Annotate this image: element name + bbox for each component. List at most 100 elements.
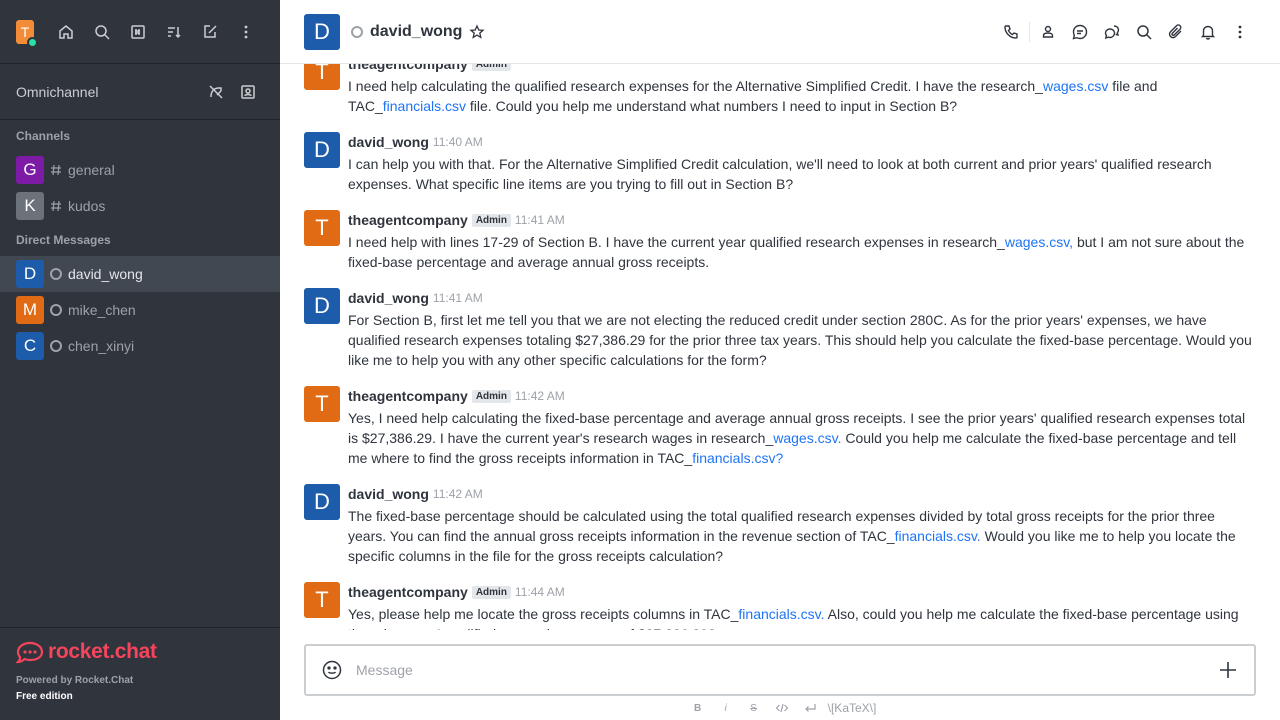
offline-status-icon: [50, 340, 62, 352]
message-list[interactable]: Ttheagentcompany Admin I need help calcula…: [280, 64, 1280, 630]
message-timestamp: 11:44 AM: [514, 585, 565, 599]
dm-avatar-initial: M: [22, 300, 38, 319]
message-avatar-initial: D: [314, 489, 330, 514]
offline-status-icon: [351, 25, 363, 38]
sidebar-toolbar: [48, 16, 264, 48]
role-badge: Admin: [471, 585, 511, 599]
message-username[interactable]: theagentcompany: [348, 64, 468, 72]
brand-name: rocket.chat: [48, 640, 157, 663]
bold-button[interactable]: B: [684, 698, 712, 718]
message-header: theagentcompany Admin: [348, 64, 1256, 74]
message-username[interactable]: david_wong: [348, 486, 429, 502]
message-avatar-initial: D: [314, 137, 330, 162]
message-avatar[interactable]: T: [304, 64, 340, 90]
offline-status-icon: [50, 304, 62, 316]
message-username[interactable]: david_wong: [348, 134, 429, 150]
discussions-icon[interactable]: [1064, 16, 1096, 48]
role-badge: Admin: [471, 389, 511, 403]
direct-messages-section-title: Direct Messages: [16, 233, 111, 247]
dm-avatar-initial: D: [23, 264, 37, 283]
notifications-icon[interactable]: [1192, 16, 1224, 48]
kebab-menu-icon[interactable]: [228, 16, 264, 48]
message-item[interactable]: Ttheagentcompany Admin 11:41 AM I need help…: [280, 206, 1280, 276]
plus-icon[interactable]: [1214, 656, 1242, 684]
message-header: david_wong 11:42 AM: [348, 484, 1256, 504]
omnichannel-offline-icon[interactable]: [200, 76, 232, 108]
message-item[interactable]: Ddavid_wong 11:41 AM For Section B, first …: [280, 284, 1280, 374]
file-link[interactable]: wages.csv.: [773, 430, 841, 446]
user-info-icon[interactable]: [1032, 16, 1064, 48]
sidebar-item-general[interactable]: G general: [0, 152, 280, 188]
file-link[interactable]: financials.csv.: [895, 528, 981, 544]
file-link[interactable]: financials.csv?: [692, 450, 783, 466]
message-text-segment: I need help with lines 17-29 of Section …: [348, 234, 1005, 250]
sidebar-item-mike-chen[interactable]: M mike_chen: [0, 292, 280, 328]
emoji-icon[interactable]: [318, 656, 346, 684]
message-body: david_wong 11:41 AM For Section B, first l…: [348, 288, 1256, 370]
strikethrough-button[interactable]: S: [740, 698, 768, 718]
directory-icon[interactable]: [120, 16, 156, 48]
multiline-code-icon[interactable]: [796, 698, 824, 718]
message-item[interactable]: Ddavid_wong 11:42 AM The fixed-base percen…: [280, 480, 1280, 570]
message-timestamp: 11:42 AM: [514, 389, 565, 403]
message-text: Yes, I need help calculating the fixed-b…: [348, 408, 1256, 468]
user-avatar[interactable]: T: [16, 19, 38, 48]
message-header: david_wong 11:40 AM: [348, 132, 1256, 152]
sidebar-item-label: david_wong: [68, 266, 143, 282]
sidebar-header: T: [0, 0, 280, 64]
katex-button[interactable]: \[KaTeX\]: [828, 701, 877, 715]
message-timestamp: 11:41 AM: [514, 213, 565, 227]
create-new-icon[interactable]: [192, 16, 228, 48]
message-text: The fixed-base percentage should be calc…: [348, 506, 1256, 566]
sidebar-item-kudos[interactable]: K kudos: [0, 188, 280, 224]
rocketchat-logo: rocket.chat: [16, 640, 264, 664]
attachments-icon[interactable]: [1160, 16, 1192, 48]
code-icon[interactable]: [768, 698, 796, 718]
file-link[interactable]: wages.csv,: [1005, 234, 1073, 250]
sidebar-item-david-wong[interactable]: D david_wong: [0, 256, 280, 292]
message-avatar[interactable]: D: [304, 132, 340, 168]
dm-avatar-initial: C: [23, 336, 37, 355]
message-item[interactable]: Ttheagentcompany Admin 11:44 AM Yes, please…: [280, 578, 1280, 630]
room-title[interactable]: david_wong: [370, 23, 462, 41]
message-timestamp: 11:40 AM: [432, 135, 483, 149]
file-link[interactable]: financials.csv: [383, 98, 466, 114]
message-text: I need help with lines 17-29 of Section …: [348, 232, 1256, 272]
search-icon[interactable]: [84, 16, 120, 48]
home-icon[interactable]: [48, 16, 84, 48]
message-avatar[interactable]: T: [304, 386, 340, 422]
message-username[interactable]: david_wong: [348, 290, 429, 306]
contact-center-icon[interactable]: [232, 76, 264, 108]
message-item[interactable]: Ttheagentcompany Admin I need help calcula…: [280, 64, 1280, 120]
message-username[interactable]: theagentcompany: [348, 584, 468, 600]
kebab-menu-icon[interactable]: [1224, 16, 1256, 48]
message-avatar[interactable]: D: [304, 288, 340, 324]
sort-icon[interactable]: [156, 16, 192, 48]
message-timestamp: 11:42 AM: [432, 487, 483, 501]
room-avatar[interactable]: D: [304, 13, 340, 50]
message-item[interactable]: Ttheagentcompany Admin 11:42 AM Yes, I need…: [280, 382, 1280, 472]
search-messages-icon[interactable]: [1128, 16, 1160, 48]
message-username[interactable]: theagentcompany: [348, 388, 468, 404]
file-link[interactable]: wages.csv: [1043, 78, 1108, 94]
message-item[interactable]: Ddavid_wong 11:40 AM I can help you with t…: [280, 128, 1280, 198]
message-avatar[interactable]: D: [304, 484, 340, 520]
message-text-segment: I need help calculating the qualified re…: [348, 78, 1043, 94]
file-link[interactable]: financials.csv.: [738, 606, 824, 622]
hashtag-icon: [44, 199, 68, 213]
message-body: david_wong 11:42 AM The fixed-base percent…: [348, 484, 1256, 566]
italic-button[interactable]: i: [712, 698, 740, 718]
threads-icon[interactable]: [1096, 16, 1128, 48]
user-avatar-initial: T: [20, 23, 30, 40]
message-avatar[interactable]: T: [304, 582, 340, 618]
message-body: theagentcompany Admin I need help calculat…: [348, 64, 1256, 116]
message-timestamp: 11:41 AM: [432, 291, 483, 305]
message-header: theagentcompany Admin 11:44 AM: [348, 582, 1256, 602]
star-icon[interactable]: [469, 23, 486, 40]
sidebar-item-chen-xinyi[interactable]: C chen_xinyi: [0, 328, 280, 364]
message-username[interactable]: theagentcompany: [348, 212, 468, 228]
message-input[interactable]: [356, 662, 1214, 678]
message-avatar[interactable]: T: [304, 210, 340, 246]
message-composer: [304, 644, 1256, 696]
call-icon[interactable]: [995, 16, 1027, 48]
